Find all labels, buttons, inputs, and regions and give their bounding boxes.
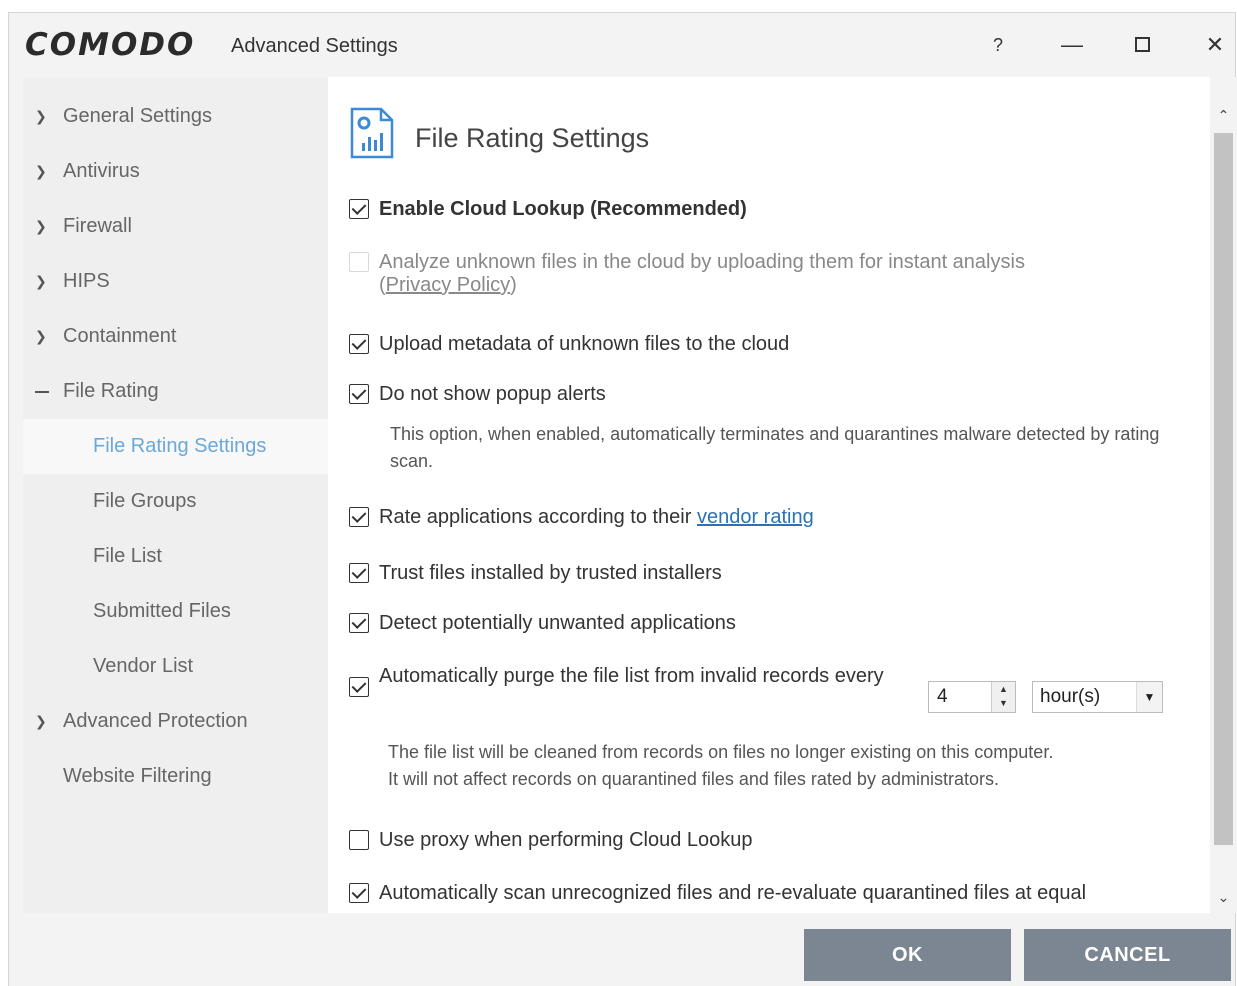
analyze-unknown-files-checkbox: Analyze unknown files in the cloud by up… (349, 251, 1109, 297)
ok-button[interactable]: OK (804, 929, 1011, 981)
enable-cloud-lookup-checkbox[interactable]: Enable Cloud Lookup (Recommended) (349, 198, 747, 221)
scroll-down-icon[interactable]: ⌄ (1210, 883, 1237, 911)
minimize-button[interactable]: — (1052, 25, 1092, 65)
cancel-button[interactable]: CANCEL (1024, 929, 1231, 981)
upload-metadata-checkbox[interactable]: Upload metadata of unknown files to the … (349, 333, 789, 356)
checkbox-icon (349, 883, 369, 903)
privacy-policy-link[interactable]: Privacy Policy (386, 274, 510, 296)
purge-interval-stepper[interactable]: 4 ▲ ▼ (928, 681, 1016, 713)
trust-installers-checkbox[interactable]: Trust files installed by trusted install… (349, 562, 722, 585)
checkbox-icon (349, 252, 369, 272)
detect-pua-checkbox[interactable]: Detect potentially unwanted applications (349, 612, 736, 635)
dialog-footer: OK CANCEL (9, 913, 1235, 986)
use-proxy-checkbox[interactable]: Use proxy when performing Cloud Lookup (349, 829, 753, 852)
sidebar-item-vendor-list[interactable]: Vendor List (23, 639, 328, 694)
checkbox-icon (349, 507, 369, 527)
comodo-logo: COMODO (25, 27, 196, 63)
chevron-down-icon: ❯ (35, 108, 47, 124)
privacy-paren-open: ( (379, 274, 386, 296)
privacy-paren-close: ) (510, 274, 517, 296)
checkbox-icon (349, 199, 369, 219)
option-label: Automatically purge the file list from i… (379, 665, 884, 687)
checkbox-icon (349, 613, 369, 633)
sidebar-item-label: HIPS (63, 270, 110, 292)
sidebar-item-label: Submitted Files (93, 600, 231, 622)
option-label: Do not show popup alerts (379, 383, 606, 405)
option-label: Upload metadata of unknown files to the … (379, 333, 790, 355)
vertical-scrollbar[interactable]: ⌃ ⌄ (1210, 77, 1237, 913)
close-button[interactable]: ✕ (1195, 25, 1235, 65)
dropdown-arrow-icon: ▼ (1136, 682, 1162, 712)
chevron-down-icon: ❯ (35, 328, 47, 344)
auto-scan-checkbox[interactable]: Automatically scan unrecognized files an… (349, 882, 1086, 905)
checkbox-icon (349, 830, 369, 850)
sidebar-item-file-list[interactable]: File List (23, 529, 328, 584)
sidebar-item-label: Firewall (63, 215, 132, 237)
advanced-settings-window: COMODO Advanced Settings ? — ✕ ❯ General … (8, 12, 1237, 986)
sidebar-item-advanced-protection[interactable]: ❯ Advanced Protection (23, 694, 328, 749)
sidebar-item-file-groups[interactable]: File Groups (23, 474, 328, 529)
auto-purge-description: The file list will be cleaned from recor… (388, 739, 1188, 793)
sidebar-item-submitted-files[interactable]: Submitted Files (23, 584, 328, 639)
stepper-arrows-icon[interactable]: ▲ ▼ (991, 682, 1015, 712)
sidebar-item-label: General Settings (63, 105, 212, 127)
file-rating-icon (350, 107, 394, 159)
page-title: File Rating Settings (415, 123, 650, 153)
sidebar-item-label: Advanced Protection (63, 710, 248, 732)
help-button[interactable]: ? (978, 25, 1018, 65)
auto-purge-checkbox[interactable]: Automatically purge the file list from i… (349, 661, 889, 697)
checkbox-icon (349, 677, 369, 697)
scroll-up-icon[interactable]: ⌃ (1210, 101, 1237, 129)
no-popup-alerts-checkbox[interactable]: Do not show popup alerts (349, 383, 606, 406)
auto-purge-desc-line-2: It will not affect records on quarantine… (388, 769, 999, 789)
settings-sidebar: ❯ General Settings ❯ Antivirus ❯ Firewall ❯… (23, 77, 328, 913)
sidebar-item-general-settings[interactable]: ❯ General Settings (23, 89, 328, 144)
scroll-thumb[interactable] (1214, 133, 1233, 845)
settings-panel: File Rating Settings Enable Cloud Lookup… (328, 77, 1210, 913)
sidebar-item-label: File Rating Settings (93, 435, 267, 457)
option-label: Analyze unknown files in the cloud by up… (379, 251, 1025, 273)
sidebar-item-label: Antivirus (63, 160, 140, 182)
chevron-down-icon: ❯ (35, 273, 47, 289)
purge-unit-value: hour(s) (1040, 686, 1101, 707)
chevron-down-icon: ❯ (35, 218, 47, 234)
chevron-down-icon: ❯ (35, 713, 47, 729)
purge-unit-select[interactable]: hour(s) ▼ (1032, 681, 1163, 713)
checkbox-icon (349, 334, 369, 354)
no-popup-alerts-description: This option, when enabled, automatically… (390, 424, 1160, 471)
checkbox-icon (349, 563, 369, 583)
option-label: Trust files installed by trusted install… (379, 562, 722, 584)
sidebar-item-file-rating-settings[interactable]: File Rating Settings (23, 419, 328, 474)
option-label: Use proxy when performing Cloud Lookup (379, 829, 753, 851)
option-label: Detect potentially unwanted applications (379, 612, 736, 634)
auto-purge-desc-line-1: The file list will be cleaned from recor… (388, 742, 1054, 762)
sidebar-item-label: File Groups (93, 490, 197, 512)
maximize-icon (1134, 36, 1150, 52)
sidebar-item-firewall[interactable]: ❯ Firewall (23, 199, 328, 254)
purge-interval-value: 4 (937, 686, 948, 707)
option-label: Rate applications according to their (379, 506, 697, 528)
sidebar-item-file-rating[interactable]: File Rating (23, 364, 328, 419)
sidebar-item-label: File Rating (63, 380, 159, 402)
sidebar-item-label: Website Filtering (63, 765, 212, 787)
sidebar-item-containment[interactable]: ❯ Containment (23, 309, 328, 364)
sidebar-item-antivirus[interactable]: ❯ Antivirus (23, 144, 328, 199)
option-label: Enable Cloud Lookup (Recommended) (379, 198, 747, 220)
option-label: Automatically scan unrecognized files an… (379, 882, 1087, 904)
checkbox-icon (349, 384, 369, 404)
window-title: Advanced Settings (231, 35, 398, 57)
maximize-button[interactable] (1122, 25, 1162, 65)
collapse-icon (35, 390, 49, 393)
sidebar-item-label: File List (93, 545, 162, 567)
sidebar-item-website-filtering[interactable]: Website Filtering (23, 749, 328, 804)
sidebar-item-label: Vendor List (93, 655, 194, 677)
vendor-rating-link[interactable]: vendor rating (697, 506, 814, 528)
chevron-down-icon: ❯ (35, 163, 47, 179)
rate-vendor-checkbox[interactable]: Rate applications according to their ven… (349, 506, 814, 529)
sidebar-item-label: Containment (63, 325, 177, 347)
title-bar: COMODO Advanced Settings ? — ✕ (9, 13, 1235, 77)
sidebar-item-hips[interactable]: ❯ HIPS (23, 254, 328, 309)
